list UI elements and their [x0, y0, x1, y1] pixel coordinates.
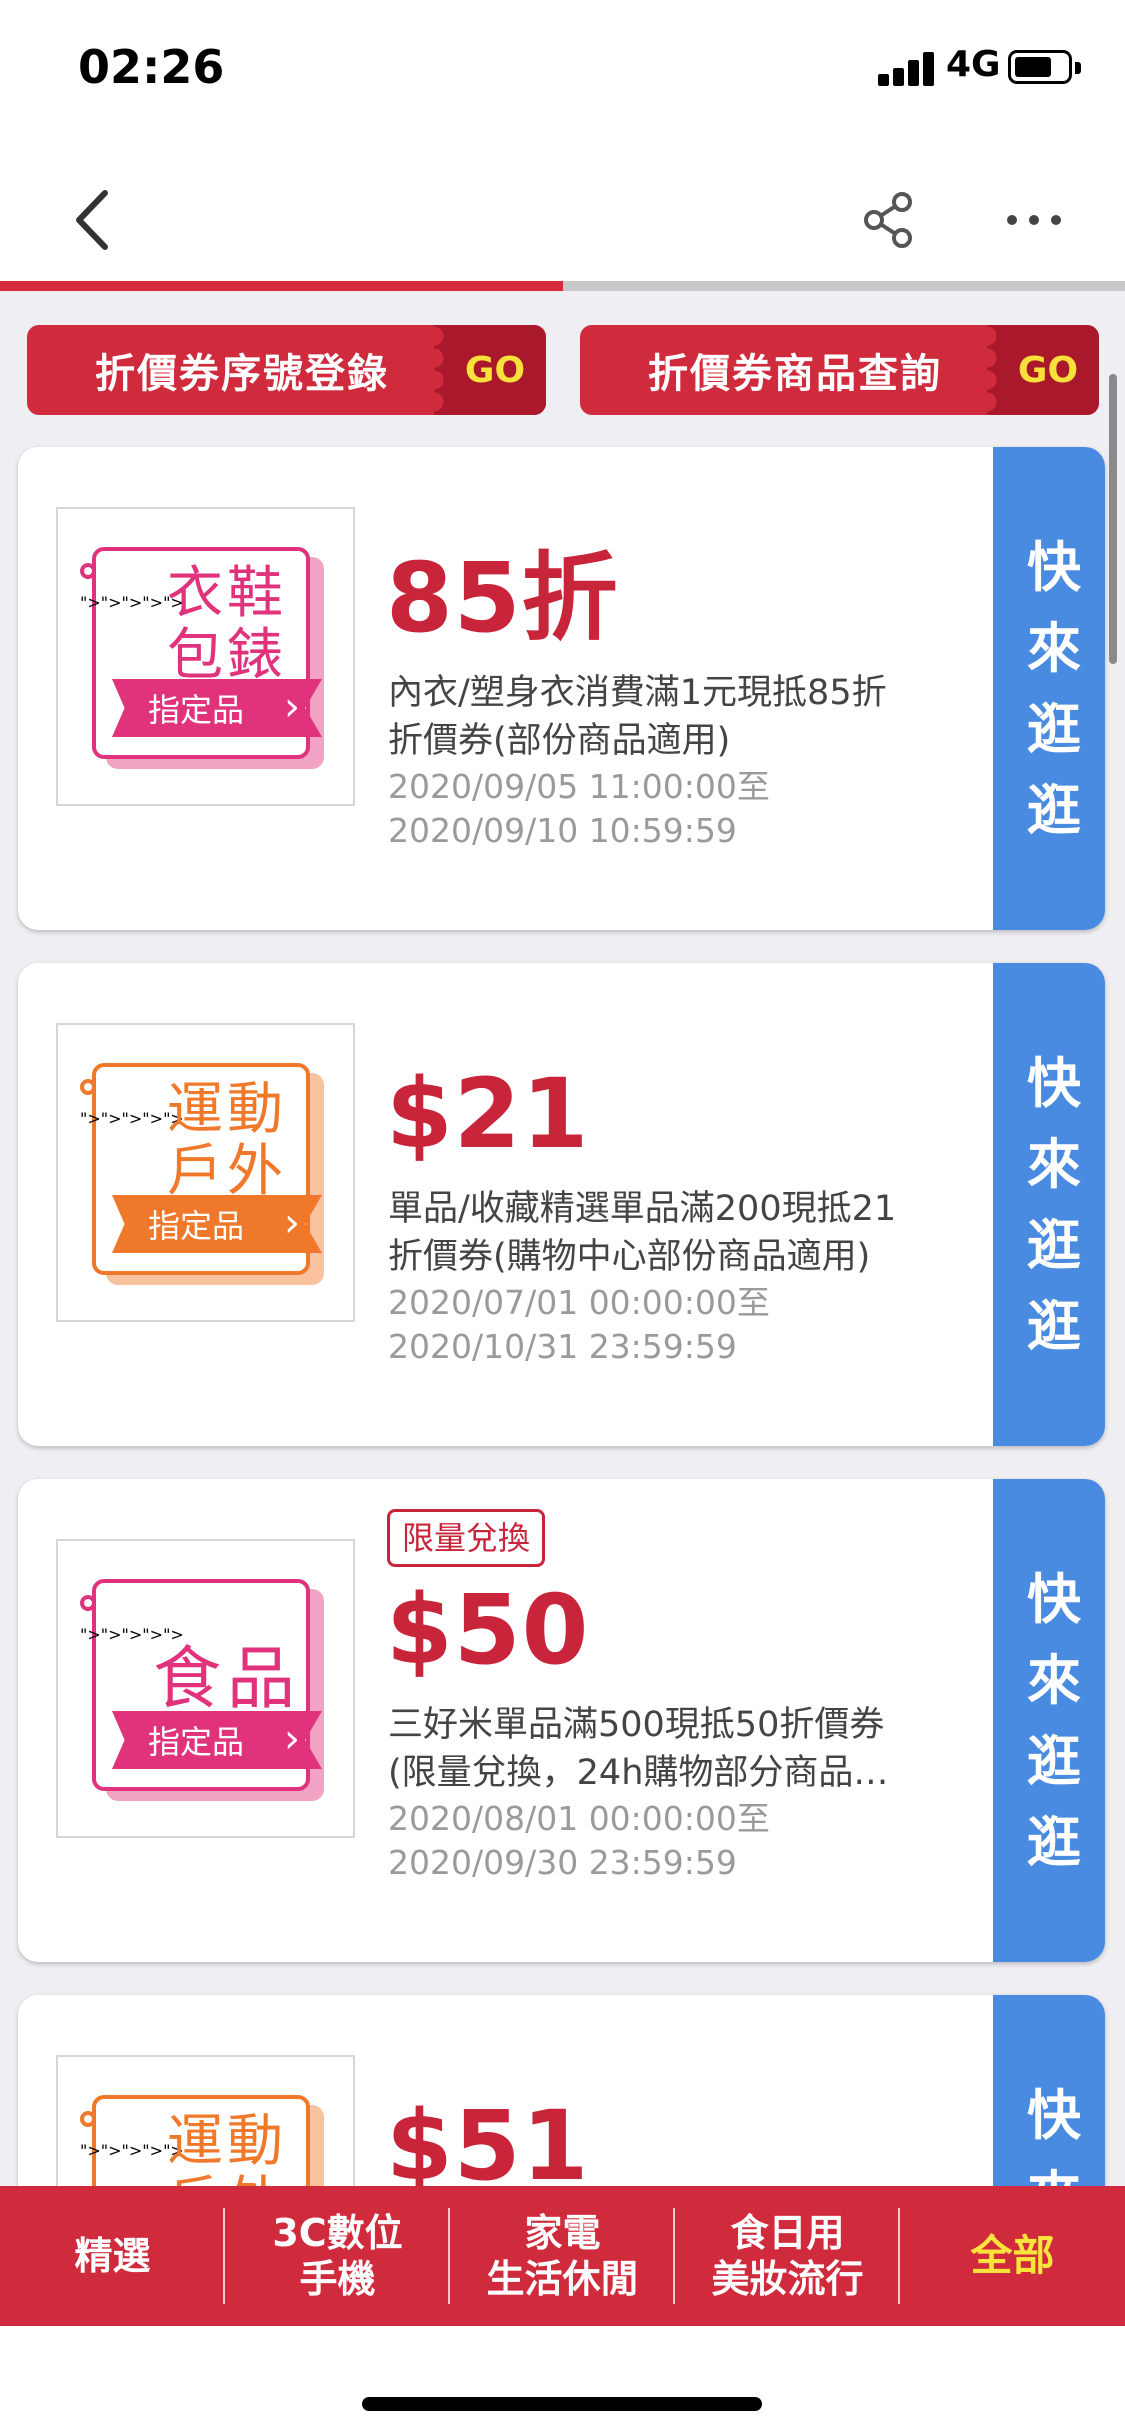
go-badge: GO	[434, 325, 546, 415]
shop-now-button[interactable]: 快來逛逛	[979, 963, 1105, 1446]
back-icon[interactable]	[52, 180, 132, 260]
designated-ribbon: 指定品 ›	[112, 1711, 322, 1769]
coupon-start-date: 2020/08/01 00:00:00至	[388, 1799, 770, 1838]
shop-now-button[interactable]: 快來逛逛	[979, 1995, 1105, 2186]
coupon-content: 折價券序號登錄 GO 折價券商品查詢 GO ">">">">">衣鞋包錶指定品›…	[0, 291, 1125, 2186]
category-tab-bar: 精選 3C數位 手機 家電 生活休閒 食日用 美妝流行 全部	[0, 2186, 1125, 2326]
notebook-icon: ">">">">">運動戶外指定品›	[80, 2095, 324, 2187]
coupon-end-date: 2020/09/30 23:59:59	[388, 1843, 737, 1882]
shop-now-label: 快來逛逛	[1027, 1568, 1081, 1874]
coupon-serial-register-label: 折價券序號登錄	[95, 351, 389, 397]
chevron-right-icon: ›	[284, 684, 300, 730]
coupon-amount: $50	[386, 1574, 590, 1686]
category-text: 運動戶外	[167, 1077, 287, 1204]
shop-now-label: 快來逛逛	[1027, 536, 1081, 842]
coupon-product-search-label: 折價券商品查詢	[648, 351, 942, 397]
shop-now-label: 快來逛逛	[1027, 1052, 1081, 1358]
coupon-thumbnail: ">">">">">食品指定品›	[56, 1539, 355, 1838]
notebook-icon: ">">">">">食品指定品›	[80, 1579, 324, 1801]
signal-icon	[878, 50, 936, 86]
category-tab-1[interactable]: 精選	[0, 2186, 225, 2326]
designated-label: 指定品	[148, 1207, 245, 1245]
page-progress-bar	[0, 281, 1125, 291]
coupon-end-date: 2020/10/31 23:59:59	[388, 1327, 737, 1366]
notebook-icon: ">">">">">衣鞋包錶指定品›	[80, 547, 324, 769]
home-indicator[interactable]	[362, 2397, 762, 2411]
designated-ribbon: 指定品 ›	[112, 1195, 322, 1253]
notebook-icon: ">">">">">運動戶外指定品›	[80, 1063, 324, 1285]
coupon-thumbnail: ">">">">">運動戶外指定品›	[56, 2055, 355, 2186]
category-tab-2[interactable]: 3C數位 手機	[225, 2186, 450, 2326]
share-icon[interactable]	[848, 180, 928, 260]
coupon-start-date: 2020/09/05 11:00:00至	[388, 767, 770, 806]
coupon-serial-register-button[interactable]: 折價券序號登錄 GO	[27, 325, 546, 415]
shop-now-button[interactable]: 快來逛逛	[979, 1479, 1105, 1962]
coupon-end-date: 2020/09/10 10:59:59	[388, 811, 737, 850]
coupon-product-search-button[interactable]: 折價券商品查詢 GO	[580, 325, 1099, 415]
coupon-start-date: 2020/07/01 00:00:00至	[388, 1283, 770, 1322]
chevron-right-icon: ›	[284, 1200, 300, 1246]
shop-now-button[interactable]: 快來逛逛	[979, 447, 1105, 930]
category-tab-5[interactable]: 全部	[900, 2186, 1125, 2326]
coupon-thumbnail: ">">">">">衣鞋包錶指定品›	[56, 507, 355, 806]
designated-label: 指定品	[148, 691, 245, 729]
go-badge: GO	[987, 325, 1099, 415]
category-text: 衣鞋 包錶	[167, 561, 287, 688]
limited-redeem-badge: 限量兌換	[387, 1509, 546, 1567]
more-icon[interactable]	[994, 180, 1074, 260]
battery-icon	[1008, 50, 1081, 84]
coupon-card[interactable]: ">">">">">運動戶外指定品›$21單品/收藏精選單品滿200現抵21折價…	[18, 963, 1105, 1446]
coupon-card[interactable]: ">">">">">衣鞋包錶指定品›85折內衣/塑身衣消費滿1元現抵85折折價券…	[18, 447, 1105, 930]
network-label: 4G	[946, 44, 1001, 85]
category-tab-4[interactable]: 食日用 美妝流行	[675, 2186, 900, 2326]
coupon-amount: $51	[386, 2090, 590, 2186]
status-bar: 02:26 4G	[0, 0, 1125, 140]
coupon-card[interactable]: ">">">">">運動戶外指定品› $51 快來逛逛	[18, 1995, 1105, 2186]
page-progress-fill	[0, 281, 563, 291]
shop-now-label: 快來逛逛	[1027, 2084, 1081, 2186]
category-tab-3[interactable]: 家電 生活休閒	[450, 2186, 675, 2326]
coupon-description: 三好米單品滿500現抵50折價券 (限量兌換，24h購物部分商品…	[388, 1705, 889, 1793]
status-time: 02:26	[78, 40, 225, 94]
coupon-description: 內衣/塑身衣消費滿1元現抵85折 折價券(部份商品適用)	[388, 673, 887, 761]
scrollbar[interactable]	[1109, 374, 1117, 664]
coupon-card[interactable]: ">">">">">食品指定品›限量兌換$50三好米單品滿500現抵50折價券(…	[18, 1479, 1105, 1962]
coupon-description: 單品/收藏精選單品滿200現抵21 折價券(購物中心部份商品適用)	[388, 1189, 897, 1277]
category-text: 食品	[152, 1640, 301, 1719]
nav-bar	[0, 140, 1125, 280]
coupon-amount: 85折	[386, 542, 619, 654]
coupon-amount: $21	[386, 1058, 590, 1170]
designated-label: 指定品	[148, 1723, 245, 1761]
coupon-thumbnail: ">">">">">運動戶外指定品›	[56, 1023, 355, 1322]
designated-ribbon: 指定品 ›	[112, 679, 322, 737]
category-text: 運動戶外	[167, 2109, 287, 2187]
chevron-right-icon: ›	[284, 1716, 300, 1762]
